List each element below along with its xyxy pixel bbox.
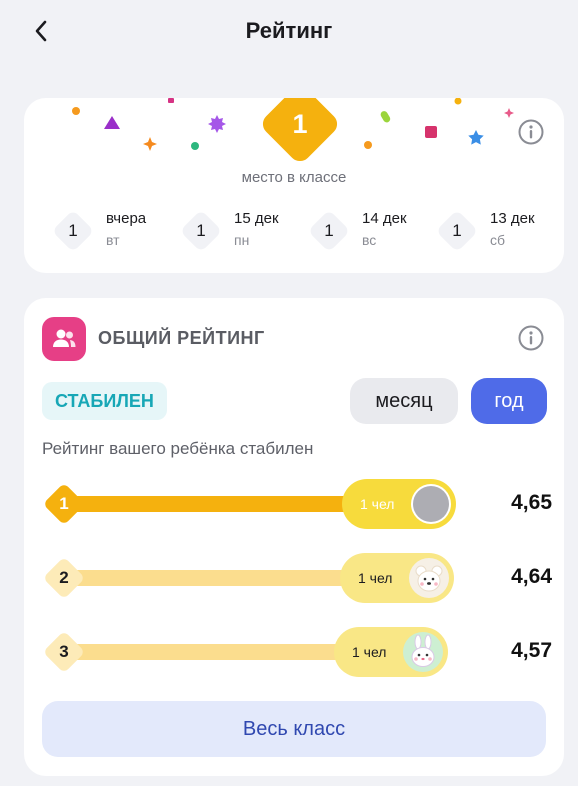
rank-bar [64, 644, 360, 660]
rank-count: 1 чел [358, 570, 393, 586]
place-label: место в классе [241, 169, 347, 186]
rank-badge: 2 [42, 556, 86, 600]
day-rank: 1 [68, 221, 78, 240]
rank-count: 1 чел [360, 496, 395, 512]
header: Рейтинг [0, 0, 578, 62]
status-badge: СТАБИЛЕН [42, 382, 167, 420]
period-month-button[interactable]: месяц [350, 378, 458, 424]
day-weekday: вт [106, 232, 120, 248]
day-date: вчера [106, 210, 147, 227]
rank-badge: 3 [42, 630, 86, 674]
gray-circle-avatar [411, 484, 451, 524]
rank-count-pill[interactable]: 1 чел [340, 553, 454, 603]
day-rank: 1 [324, 221, 334, 240]
rank-score: 4,65 [511, 491, 552, 514]
page-title: Рейтинг [245, 18, 333, 43]
rank-count: 1 чел [352, 644, 387, 660]
rank-count-pill[interactable]: 1 чел [342, 479, 456, 529]
rank-row: 1 1 чел 4,65 [42, 479, 552, 529]
section-title: ОБЩИЙ РЕЙТИНГ [98, 328, 265, 348]
overall-rating-card: ОБЩИЙ РЕЙТИНГ СТАБИЛЕН месяц год Рейтинг… [24, 298, 564, 776]
whole-class-button[interactable]: Весь класс [42, 701, 546, 757]
rank-row: 2 1 чел 4,64 [42, 553, 552, 603]
rank-score: 4,64 [511, 565, 552, 588]
day-weekday: пн [234, 232, 250, 248]
day-rank: 1 [452, 221, 462, 240]
users-icon [53, 329, 76, 347]
day-date: 13 дек [490, 210, 535, 227]
rank-row: 3 1 чел 4,57 [42, 627, 552, 677]
section-icon-badge [42, 317, 86, 361]
bear-avatar [409, 558, 449, 598]
bunny-avatar [403, 632, 443, 672]
day-weekday: вс [362, 232, 377, 248]
period-year-button[interactable]: год [471, 378, 547, 424]
info-icon[interactable] [518, 119, 544, 145]
rank-count-pill[interactable]: 1 чел [334, 627, 448, 677]
rating-description: Рейтинг вашего ребёнка стабилен [42, 439, 314, 458]
rank-bar [64, 570, 364, 586]
day-date: 15 дек [234, 210, 279, 227]
rank-score: 4,57 [511, 639, 552, 662]
day-weekday: сб [490, 232, 506, 248]
place-badge: 1 [258, 98, 342, 166]
class-place-card: 1 место в классе 1 вчера вт 1 15 дек пн … [24, 98, 564, 273]
rank-badge: 1 [42, 482, 86, 526]
info-icon[interactable] [518, 325, 544, 351]
rank-bar [64, 496, 374, 512]
day-date: 14 дек [362, 210, 407, 227]
day-rank: 1 [196, 221, 206, 240]
